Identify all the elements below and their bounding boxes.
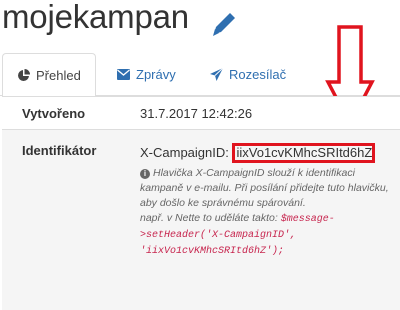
identifier-row: Identifikátor X-CampaignID: iixVo1cvKMhc… <box>2 129 400 310</box>
tab-prehled[interactable]: Přehled <box>2 53 96 96</box>
created-value: 31.7.2017 12:42:26 <box>140 106 253 121</box>
campaign-id-line: X-CampaignID: iixVo1cvKMhcSRItd6hZ <box>140 143 376 163</box>
help-line2: např. v Nette to uděláte takto: <box>140 212 278 224</box>
page-title: mojekampan <box>2 0 189 35</box>
campaign-help-text: i Hlavička X-CampaignID slouží k identifi… <box>140 166 390 259</box>
envelope-icon <box>117 68 130 80</box>
info-icon: i <box>140 169 150 179</box>
pencil-icon[interactable] <box>208 10 242 38</box>
tab-zpravy-label: Zprávy <box>136 66 176 82</box>
created-row: Vytvořeno 31.7.2017 12:42:26 <box>2 96 400 130</box>
campaign-prefix: X-CampaignID: <box>140 145 233 160</box>
send-icon <box>210 67 223 81</box>
tab-rozesilac-label: Rozesílač <box>229 66 287 82</box>
pie-chart-icon <box>18 68 30 81</box>
campaign-id-value[interactable]: iixVo1cvKMhcSRItd6hZ <box>232 143 376 163</box>
help-line1: Hlavička X-CampaignID slouží k identifik… <box>140 167 389 209</box>
tab-zpravy[interactable]: Zprávy <box>117 53 176 95</box>
tab-rozesilac[interactable]: Rozesílač <box>210 53 286 95</box>
tab-prehled-label: Přehled <box>36 67 81 83</box>
identifier-label: Identifikátor <box>22 143 97 158</box>
created-label: Vytvořeno <box>22 106 86 121</box>
